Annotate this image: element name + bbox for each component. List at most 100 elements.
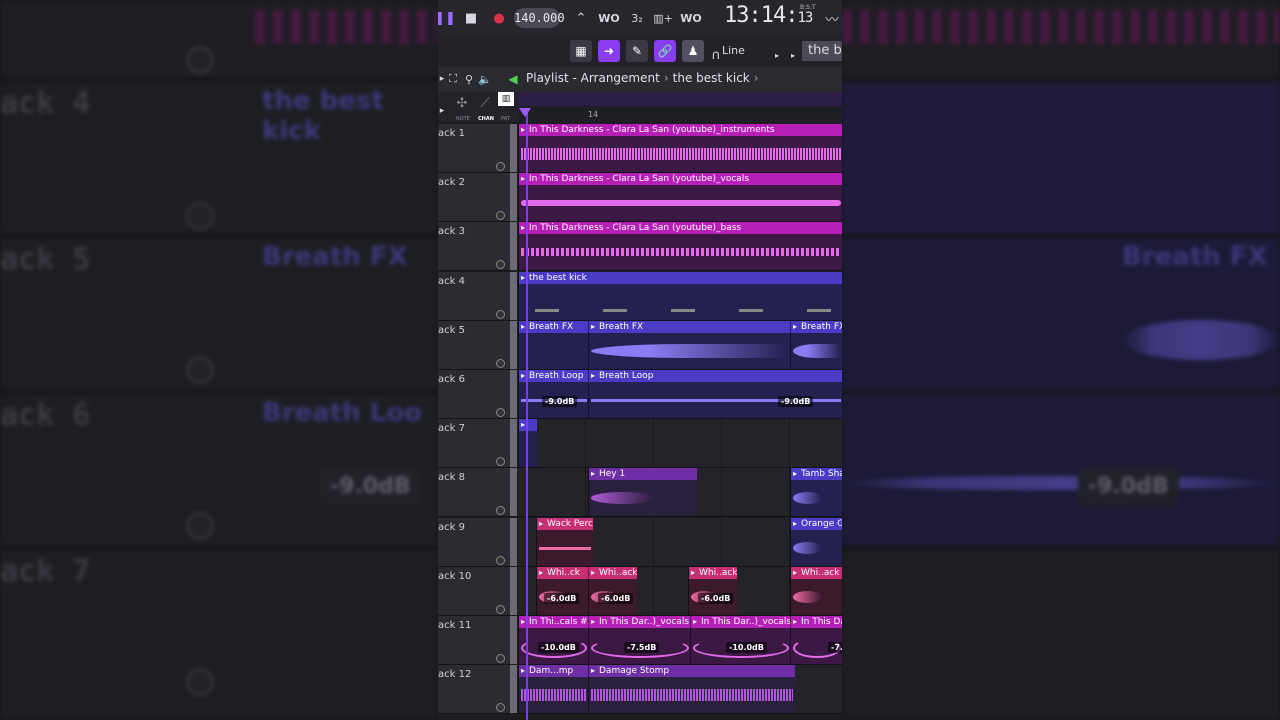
- playhead[interactable]: [526, 112, 528, 720]
- playlist-clip[interactable]: Breath Loop: [518, 370, 589, 418]
- track-header[interactable]: ack 6: [438, 370, 510, 419]
- countdown-icon[interactable]: 3₂: [626, 7, 648, 29]
- track-select-strip[interactable]: [510, 566, 517, 615]
- fullscreen-icon[interactable]: ⛶: [446, 68, 460, 90]
- header-label-pat[interactable]: PAT: [501, 116, 510, 122]
- playlist-clip[interactable]: In This Da: [790, 616, 842, 664]
- track-header[interactable]: ack 4: [438, 271, 510, 321]
- menu-arrow-icon[interactable]: ▸: [438, 68, 446, 90]
- metronome-icon[interactable]: ⌃: [570, 7, 592, 29]
- track-enable-icon[interactable]: [496, 211, 505, 221]
- playlist-clip[interactable]: Whi..ack: [688, 566, 737, 615]
- fader-icon[interactable]: ✣: [452, 92, 472, 114]
- track-header[interactable]: ack 12: [438, 665, 510, 715]
- record-icon[interactable]: ●: [492, 7, 506, 29]
- playlist-clip[interactable]: Hey 1: [588, 468, 697, 517]
- track-enable-icon[interactable]: [496, 506, 505, 516]
- track-lane: ack 2 In This Darkness - Clara La San (yo…: [438, 173, 842, 223]
- playlist-clip[interactable]: In This Darkness - Clara La San (youtube…: [518, 222, 842, 271]
- playlist-clip[interactable]: Wack Perc: [536, 517, 593, 566]
- playlist-clip[interactable]: Dam...mp: [518, 665, 589, 714]
- playlist-clip[interactable]: Breath FX: [790, 320, 842, 369]
- playlist-clip[interactable]: Breath Loop: [588, 370, 842, 418]
- breadcrumb-pattern[interactable]: the best kick: [673, 71, 750, 85]
- track-header[interactable]: ack 5: [438, 320, 510, 370]
- loop-record-icon[interactable]: WO: [680, 7, 702, 29]
- zoom-icon[interactable]: ⚲: [462, 68, 476, 90]
- track-enable-icon[interactable]: [496, 309, 505, 319]
- track-select-strip[interactable]: [510, 271, 517, 320]
- header-label-note[interactable]: NOTE: [456, 116, 470, 122]
- track-header[interactable]: ack 9: [438, 517, 510, 567]
- curve-icon[interactable]: ⟋: [476, 92, 494, 114]
- track-header[interactable]: ack 7: [438, 419, 510, 469]
- scroll-left-icon[interactable]: ▸: [438, 104, 446, 118]
- playlist-clip[interactable]: the best kick: [518, 271, 842, 320]
- track-select-strip[interactable]: [510, 222, 517, 271]
- header-label-chan[interactable]: CHAN: [478, 116, 494, 122]
- playlist-clip[interactable]: Breath FX: [518, 320, 589, 369]
- clip-body: [589, 677, 795, 714]
- track-enable-icon[interactable]: [496, 408, 505, 417]
- playlist-clip[interactable]: In This Darkness - Clara La San (youtube…: [518, 173, 842, 222]
- track-select-strip[interactable]: [510, 468, 517, 517]
- clip-title: Breath FX: [791, 320, 842, 333]
- toolbar-row: ▦ ➜ ✎ 🔗 ♟ ∩ Line ▸ ▸ the best kick: [438, 36, 842, 67]
- playlist-clip[interactable]: Whi..ack: [790, 566, 842, 615]
- stamp-icon[interactable]: ♟: [682, 40, 704, 62]
- track-select-strip[interactable]: [510, 517, 517, 566]
- track-header[interactable]: ack 1: [438, 124, 510, 173]
- pattern-prev-icon[interactable]: ▸: [788, 44, 798, 66]
- play-arrow-icon[interactable]: ◀: [506, 68, 520, 90]
- tempo-display[interactable]: 140.000: [514, 8, 565, 28]
- playlist-clip[interactable]: In This Dar..)_vocals #2: [690, 616, 791, 664]
- clip-title: Hey 1: [589, 468, 697, 481]
- track-select-strip[interactable]: [510, 616, 517, 664]
- playlist-clip[interactable]: Tamb Sha: [790, 468, 842, 517]
- playlist-clip[interactable]: Breath FX: [588, 320, 791, 369]
- track-enable-icon[interactable]: [496, 260, 505, 270]
- track-header[interactable]: ack 2: [438, 173, 510, 223]
- track-header[interactable]: ack 3: [438, 222, 510, 272]
- track-select-strip[interactable]: [510, 370, 517, 418]
- track-enable-icon[interactable]: [496, 555, 505, 565]
- track-select-strip[interactable]: [510, 173, 517, 222]
- track-enable-icon[interactable]: [496, 358, 505, 368]
- playlist-clip[interactable]: In This Darkness - Clara La San (youtube…: [518, 124, 842, 172]
- pattern-selector[interactable]: the best kick: [802, 41, 842, 61]
- step-edit-icon[interactable]: ▥+: [652, 7, 674, 29]
- piano-icon[interactable]: ▥: [498, 92, 514, 106]
- playlist-clip[interactable]: In Thi..cals #2: [518, 616, 589, 664]
- track-select-strip[interactable]: [510, 124, 517, 172]
- wait-icon[interactable]: WO: [598, 7, 620, 29]
- track-enable-icon[interactable]: [496, 162, 505, 171]
- track-enable-icon[interactable]: [496, 703, 505, 713]
- track-enable-icon[interactable]: [496, 457, 505, 467]
- speaker-icon[interactable]: 🔈: [478, 68, 492, 90]
- track-header[interactable]: ack 10: [438, 566, 510, 616]
- track-header[interactable]: ack 8: [438, 468, 510, 518]
- playlist-clip[interactable]: Whi..ck: [536, 566, 589, 615]
- track-grid[interactable]: [518, 419, 842, 469]
- pencil-tool-icon[interactable]: ✎: [626, 40, 648, 62]
- playhead-marker[interactable]: [519, 108, 531, 117]
- track-select-strip[interactable]: [510, 419, 517, 468]
- pause-icon[interactable]: ❚❚: [438, 7, 456, 29]
- magnet-icon[interactable]: ∩: [710, 44, 722, 66]
- timeline-ruler[interactable]: 14: [518, 92, 842, 122]
- arrow-tool-icon[interactable]: ➜: [598, 40, 620, 62]
- link-icon[interactable]: 🔗: [654, 40, 676, 62]
- playlist-clip[interactable]: Orange Gu: [790, 517, 842, 566]
- stop-icon[interactable]: ■: [464, 7, 478, 29]
- playlist-clip[interactable]: Damage Stomp: [588, 665, 795, 714]
- piano-roll-icon[interactable]: ▦: [570, 40, 592, 62]
- volume-db-tag: -7.5: [828, 642, 842, 653]
- snap-chevron-icon[interactable]: ▸: [772, 44, 782, 66]
- track-enable-icon[interactable]: [496, 604, 505, 614]
- playlist-clip[interactable]: Whi..ack: [588, 566, 637, 615]
- track-select-strip[interactable]: [510, 665, 517, 714]
- playlist-clip[interactable]: In This Dar..)_vocals #2: [588, 616, 691, 664]
- track-enable-icon[interactable]: [496, 654, 505, 663]
- track-header[interactable]: ack 11: [438, 616, 510, 665]
- track-select-strip[interactable]: [510, 320, 517, 369]
